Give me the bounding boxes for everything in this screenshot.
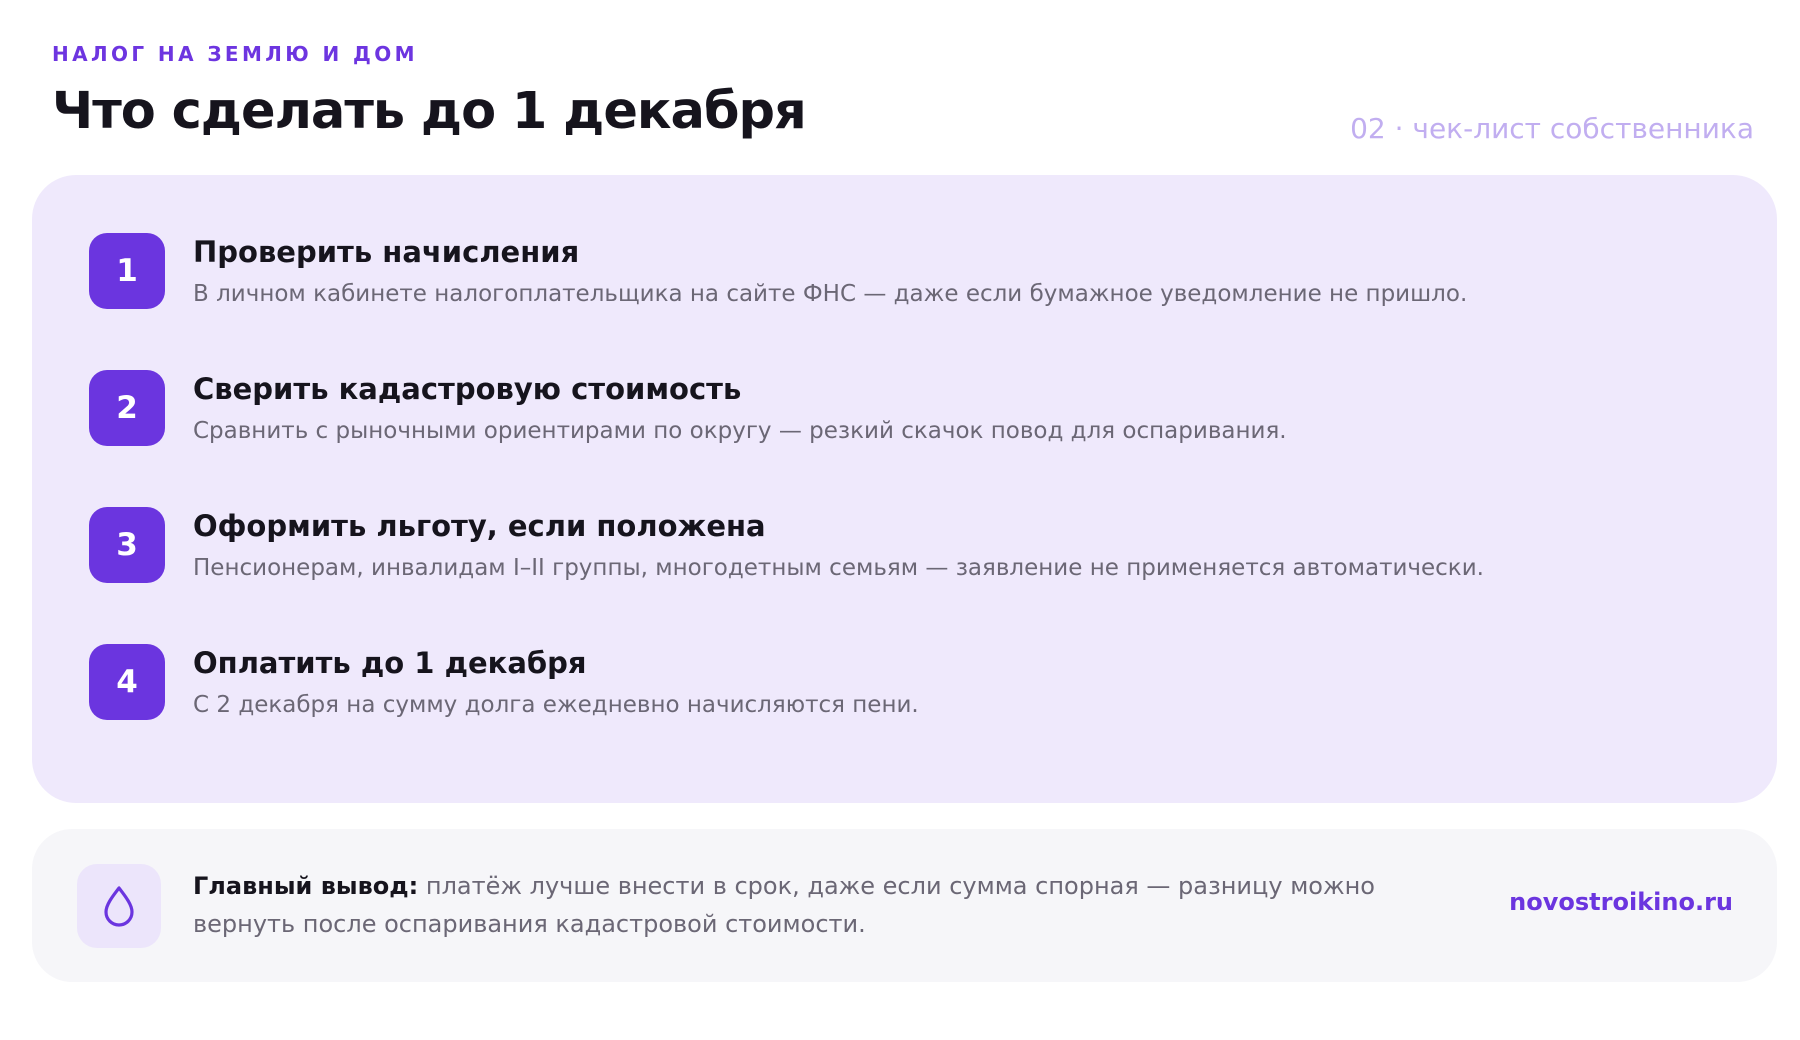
step-item: 4 Оплатить до 1 декабря С 2 декабря на с… [89,644,1689,724]
summary-label: Главный вывод: [193,872,419,900]
step-description: В личном кабинете налогоплательщика на с… [193,281,1468,307]
step-title: Проверить начисления [193,235,580,269]
step-number-badge: 2 [89,370,165,446]
step-description: С 2 декабря на сумму долга ежедневно нач… [193,692,919,718]
step-item: 3 Оформить льготу, если положена Пенсион… [89,507,1689,587]
step-title: Сверить кадастровую стоимость [193,372,742,406]
step-item: 1 Проверить начисления В личном кабинете… [89,233,1689,313]
step-item: 2 Сверить кадастровую стоимость Сравнить… [89,370,1689,450]
step-number-badge: 4 [89,644,165,720]
summary-card: Главный вывод: платёж лучше внести в сро… [32,829,1777,982]
page-title: Что сделать до 1 декабря [52,82,807,141]
step-description: Сравнить с рыночными ориентирами по окру… [193,418,1287,444]
drop-icon [77,864,161,948]
step-number-badge: 3 [89,507,165,583]
step-title: Оформить льготу, если положена [193,509,766,543]
step-title: Оплатить до 1 декабря [193,646,587,680]
step-number-badge: 1 [89,233,165,309]
site-link[interactable]: novostroikino.ru [1509,888,1733,916]
checklist-card: 1 Проверить начисления В личном кабинете… [32,175,1777,803]
summary-text: Главный вывод: платёж лучше внести в сро… [193,867,1463,943]
page-tag: 02 · чек-лист собственника [1350,112,1754,145]
step-description: Пенсионерам, инвалидам I–II группы, мног… [193,555,1484,581]
eyebrow-label: НАЛОГ НА ЗЕМЛЮ И ДОМ [52,42,418,66]
